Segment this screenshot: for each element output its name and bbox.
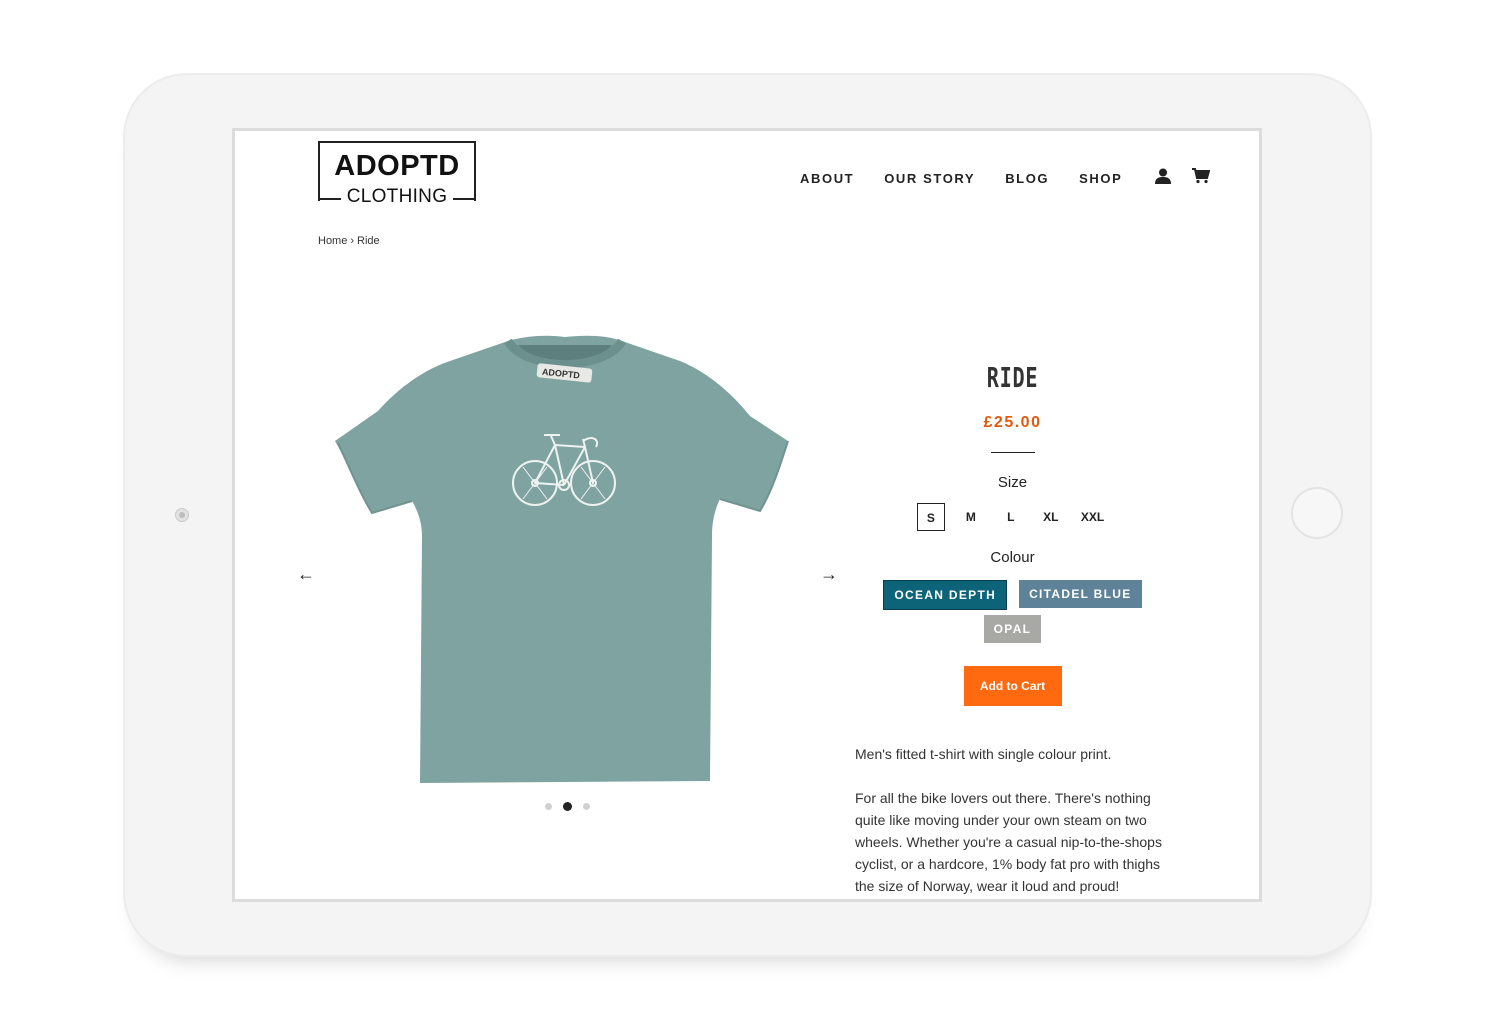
nav-shop[interactable]: SHOP	[1079, 171, 1122, 186]
size-option-xl[interactable]: XL	[1037, 503, 1065, 531]
size-option-xxl[interactable]: XXL	[1077, 503, 1108, 531]
product-price: £25.00	[983, 414, 1042, 431]
gallery-dot[interactable]	[545, 803, 552, 810]
gallery-next-arrow[interactable]: →	[820, 564, 838, 585]
product-info: RIDE £25.00 Size S M L XL XXL Colour OCE…	[855, 361, 1170, 706]
size-option-m[interactable]: M	[957, 503, 985, 531]
breadcrumb-home[interactable]: Home	[318, 235, 347, 247]
product-image: ADOPTD	[330, 331, 800, 786]
gallery-dot-active[interactable]	[563, 802, 572, 811]
logo-line1: ADOPTD	[334, 150, 460, 182]
size-option-l[interactable]: L	[997, 503, 1025, 531]
description-paragraph: For all the bike lovers out there. There…	[855, 790, 1162, 894]
gallery-prev-arrow[interactable]: ←	[297, 564, 315, 585]
colour-option-citadel-blue[interactable]: CITADEL BLUE	[1019, 580, 1142, 608]
colour-label: Colour	[990, 549, 1035, 566]
nav-about[interactable]: ABOUT	[800, 171, 854, 186]
screen: ADOPTD CLOTHING ABOUT OUR STORY BLOG SHO…	[232, 128, 1262, 902]
product-description: Men's fitted t-shirt with single colour …	[855, 743, 1180, 899]
breadcrumb-current: Ride	[357, 235, 380, 247]
brand-logo[interactable]: ADOPTD CLOTHING	[318, 141, 476, 207]
description-paragraph: Men's fitted t-shirt with single colour …	[855, 746, 1112, 762]
breadcrumb-separator: ›	[350, 235, 355, 247]
home-button[interactable]	[1291, 487, 1343, 539]
add-to-cart-button[interactable]: Add to Cart	[963, 666, 1062, 706]
colour-option-opal[interactable]: OPAL	[983, 615, 1042, 643]
size-options: S M L XL XXL	[855, 503, 1170, 531]
cart-icon[interactable]	[1192, 168, 1211, 189]
gallery-dot[interactable]	[583, 803, 590, 810]
colour-option-ocean-depth[interactable]: OCEAN DEPTH	[883, 580, 1008, 610]
logo-line2: CLOTHING	[318, 186, 476, 208]
divider	[990, 452, 1035, 453]
main-nav: ABOUT OUR STORY BLOG SHOP	[800, 167, 1228, 190]
camera	[175, 508, 189, 522]
user-icon[interactable]	[1154, 167, 1172, 190]
product-title: RIDE	[986, 361, 1039, 394]
nav-our-story[interactable]: OUR STORY	[884, 171, 975, 186]
size-label: Size	[997, 474, 1028, 491]
gallery-dots	[545, 802, 601, 811]
size-option-s[interactable]: S	[916, 503, 945, 531]
colour-options: OCEAN DEPTH CITADEL BLUE OPAL	[855, 580, 1170, 648]
breadcrumb: Home › Ride	[318, 235, 380, 247]
nav-blog[interactable]: BLOG	[1005, 171, 1049, 186]
